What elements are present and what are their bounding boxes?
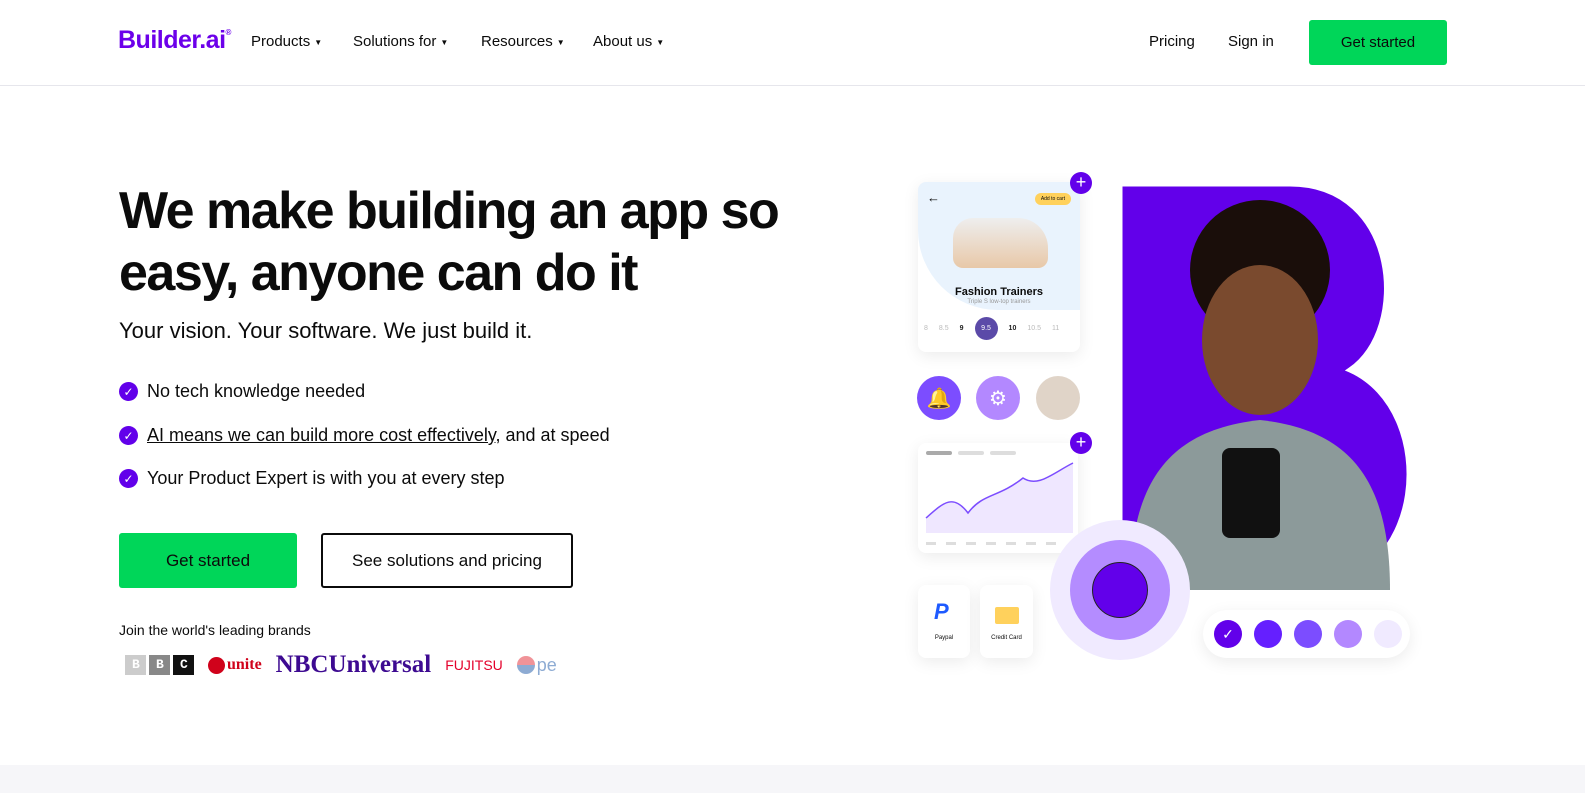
target-graphic xyxy=(1050,520,1190,660)
sneaker-image xyxy=(953,218,1048,268)
size-option[interactable]: 8.5 xyxy=(939,325,949,332)
check-icon: ✓ xyxy=(119,469,138,488)
caret-down-icon: ▼ xyxy=(556,37,565,47)
paypal-label: Paypal xyxy=(934,635,954,641)
color-swatch[interactable] xyxy=(1254,620,1282,648)
nav-products[interactable]: Products ▼ xyxy=(251,33,322,50)
size-option-selected[interactable]: 9.5 xyxy=(974,317,998,340)
check-icon: ✓ xyxy=(119,382,138,401)
color-swatch[interactable] xyxy=(1294,620,1322,648)
credit-card-label: Credit Card xyxy=(991,635,1022,641)
chart-graphic xyxy=(925,451,1074,545)
size-option[interactable]: 9 xyxy=(960,325,964,332)
paypal-icon: P xyxy=(934,599,949,624)
brand-logos: BBC unite NBCUniversal FUJITSU pepsi xyxy=(125,651,557,679)
credit-card-card: Credit Card xyxy=(980,585,1033,658)
get-started-button[interactable]: Get started xyxy=(119,533,297,588)
chart-card xyxy=(918,443,1078,553)
virgin-unite-logo: unite xyxy=(208,656,262,674)
nav-get-started-button[interactable]: Get started xyxy=(1309,20,1447,65)
size-option[interactable]: 10.5 xyxy=(1027,325,1041,332)
color-swatch[interactable] xyxy=(1334,620,1362,648)
logo[interactable]: Builder.ai® xyxy=(118,26,231,55)
subtitle: Your vision. Your software. We just buil… xyxy=(119,318,533,343)
size-option[interactable]: 11 xyxy=(1052,325,1059,332)
top-nav: Builder.ai® Products ▼ Solutions for ▼ Res… xyxy=(0,0,1585,86)
paypal-card: P Paypal xyxy=(918,585,970,658)
size-option[interactable]: 8 xyxy=(924,325,928,332)
see-solutions-button[interactable]: See solutions and pricing xyxy=(321,533,573,588)
nav-signin[interactable]: Sign in xyxy=(1228,33,1274,50)
product-card: ← Add to cart Fashion Trainers Triple S … xyxy=(918,182,1080,352)
caret-down-icon: ▼ xyxy=(656,37,665,47)
page-title: We make building an app so easy, anyone … xyxy=(119,182,780,302)
caret-down-icon: ▼ xyxy=(314,37,323,47)
brands-label: Join the world's leading brands xyxy=(119,622,311,638)
product-subtitle: Triple S low-top trainers xyxy=(967,299,1031,305)
size-selector: 8 8.5 9 9.5 10 10.5 11 xyxy=(924,317,1059,340)
caret-down-icon: ▼ xyxy=(440,37,449,47)
nav-solutions[interactable]: Solutions for ▼ xyxy=(353,33,448,50)
bullet-item: ✓ No tech knowledge needed xyxy=(119,381,365,402)
bbc-logo: BBC xyxy=(125,655,194,675)
check-icon: ✓ xyxy=(119,426,138,445)
credit-card-icon xyxy=(995,607,1019,624)
nav-about[interactable]: About us ▼ xyxy=(593,33,664,50)
nbcuniversal-logo: NBCUniversal xyxy=(275,651,432,678)
plus-icon: + xyxy=(1070,432,1092,454)
avatar xyxy=(1036,376,1080,420)
nav-resources[interactable]: Resources ▼ xyxy=(481,33,565,50)
bell-icon: 🔔 xyxy=(917,376,961,420)
size-option[interactable]: 10 xyxy=(1009,325,1017,332)
color-swatch[interactable] xyxy=(1374,620,1402,648)
check-icon[interactable]: ✓ xyxy=(1214,620,1242,648)
next-section xyxy=(0,765,1585,793)
nav-pricing[interactable]: Pricing xyxy=(1149,33,1195,50)
add-to-cart-button[interactable]: Add to cart xyxy=(1034,193,1071,205)
product-title: Fashion Trainers xyxy=(954,286,1044,298)
bullet-item: ✓ Your Product Expert is with you at ever… xyxy=(119,468,505,489)
pepsi-logo: pepsi xyxy=(516,655,557,676)
back-arrow-icon[interactable]: ← xyxy=(927,190,940,205)
fujitsu-logo: FUJITSU xyxy=(445,657,503,673)
bullet-item: ✓ AI means we can build more cost effecti… xyxy=(119,425,610,446)
gear-icon: ⚙ xyxy=(976,376,1020,420)
plus-icon: + xyxy=(1070,172,1092,194)
color-picker: ✓ xyxy=(1203,610,1410,658)
cost-link[interactable]: AI means we can build more cost effectiv… xyxy=(147,425,496,445)
